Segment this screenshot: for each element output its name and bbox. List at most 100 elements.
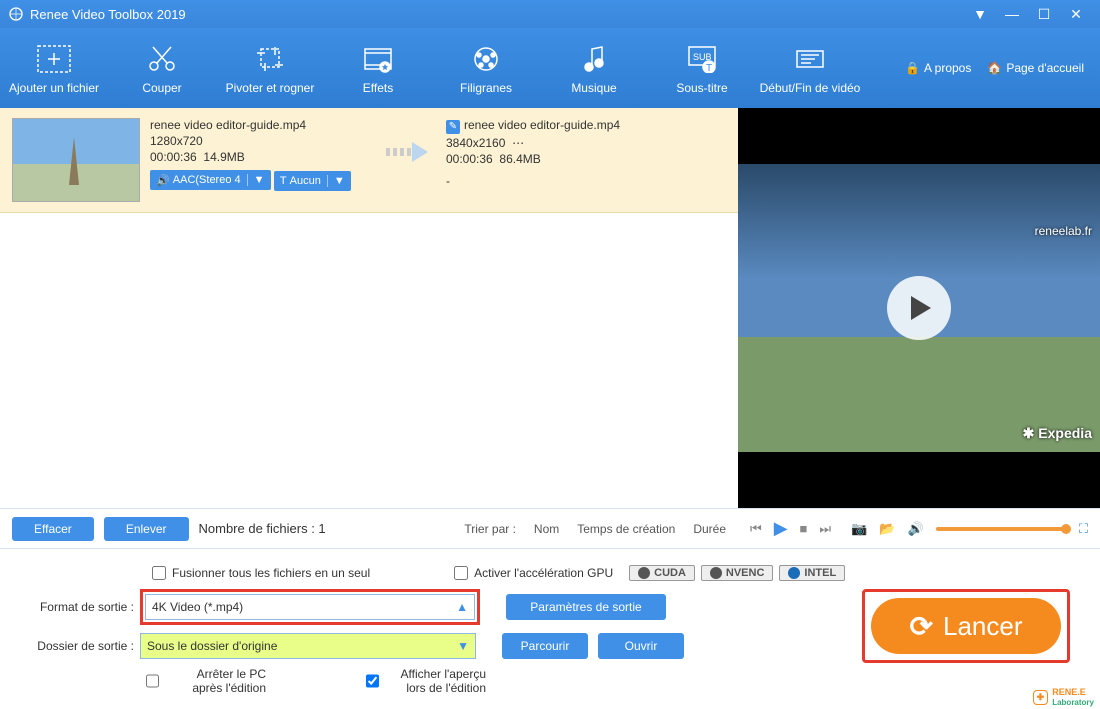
output-folder-value: Sous le dossier d'origine bbox=[147, 639, 277, 653]
destination-resolution: 3840x2160 ⋯ bbox=[446, 136, 686, 150]
snapshot-button[interactable]: 📷 bbox=[851, 521, 867, 537]
gpu-checkbox[interactable]: Activer l'accélération GPU bbox=[454, 566, 613, 580]
app-logo-icon bbox=[8, 6, 24, 22]
window-maximize-button[interactable]: ☐ bbox=[1028, 6, 1060, 23]
fullscreen-button[interactable]: ⛶ bbox=[1079, 521, 1088, 537]
merge-checkbox[interactable]: Fusionner tous les fichiers en un seul bbox=[152, 566, 370, 580]
browse-button[interactable]: Parcourir bbox=[502, 633, 588, 659]
source-resolution: 1280x720 bbox=[150, 134, 370, 148]
preview-watermark-url: reneelab.fr bbox=[1035, 224, 1092, 238]
window-title: Renee Video Toolbox 2019 bbox=[30, 7, 186, 22]
speaker-icon: 🔊 bbox=[156, 174, 170, 187]
launch-button[interactable]: ⟳ Lancer bbox=[871, 598, 1061, 654]
refresh-icon: ⟳ bbox=[910, 610, 933, 643]
preview-watermark-brand: ✱ Expedia bbox=[1023, 425, 1092, 442]
output-settings: Fusionner tous les fichiers en un seul A… bbox=[0, 548, 1100, 709]
toolbar-cut[interactable]: Couper bbox=[108, 41, 216, 95]
toolbar-music-label: Musique bbox=[540, 81, 648, 95]
home-icon: 🏠 bbox=[987, 61, 1002, 75]
source-duration-size: 00:00:36 14.9MB bbox=[150, 150, 370, 164]
toolbar-intro-outro[interactable]: Début/Fin de vidéo bbox=[756, 41, 864, 95]
output-format-highlight: 4K Video (*.mp4) ▲ bbox=[140, 589, 480, 625]
lock-icon: 🔒 bbox=[905, 61, 920, 75]
toolbar-watermarks-label: Filigranes bbox=[432, 81, 540, 95]
preview-video[interactable]: reneelab.fr ✱ Expedia bbox=[738, 164, 1100, 452]
effects-icon bbox=[324, 41, 432, 77]
volume-slider[interactable] bbox=[936, 527, 1067, 531]
toolbar-subtitles[interactable]: SUBT Sous-titre bbox=[648, 41, 756, 95]
file-row[interactable]: renee video editor-guide.mp4 1280x720 00… bbox=[0, 108, 738, 213]
prev-button[interactable]: ⏮ bbox=[750, 521, 762, 537]
pencil-icon[interactable]: ✎ bbox=[446, 120, 460, 134]
preview-play-button[interactable] bbox=[887, 276, 951, 340]
main-toolbar: Ajouter un fichier Couper Pivoter et rog… bbox=[0, 28, 1100, 108]
titlebar: Renee Video Toolbox 2019 ▼ — ☐ ✕ bbox=[0, 0, 1100, 28]
play-button[interactable]: ▶ bbox=[774, 518, 788, 539]
sort-controls: Trier par : Nom Temps de création Durée bbox=[464, 522, 726, 536]
toolbar-subtitles-label: Sous-titre bbox=[648, 81, 756, 95]
gpu-badge-cuda: CUDA bbox=[629, 565, 695, 581]
brand-logo: ✚ RENE.ELaboratory bbox=[1033, 687, 1094, 707]
sort-by-name[interactable]: Nom bbox=[534, 522, 559, 536]
output-format-label: Format de sortie : bbox=[14, 600, 134, 614]
open-button[interactable]: Ouvrir bbox=[598, 633, 684, 659]
file-thumbnail[interactable] bbox=[12, 118, 140, 202]
output-folder-combo[interactable]: Sous le dossier d'origine ▼ bbox=[140, 633, 476, 659]
toolbar-music[interactable]: Musique bbox=[540, 41, 648, 95]
output-params-button[interactable]: Paramètres de sortie bbox=[506, 594, 666, 620]
window-minimize-button[interactable]: — bbox=[996, 6, 1028, 22]
about-link[interactable]: 🔒A propos bbox=[905, 61, 971, 75]
crop-icon bbox=[216, 41, 324, 77]
destination-info: ✎renee video editor-guide.mp4 3840x2160 … bbox=[446, 118, 686, 188]
home-link[interactable]: 🏠Page d'accueil bbox=[987, 61, 1084, 75]
toolbar-effects[interactable]: Effets bbox=[324, 41, 432, 95]
toolbar-add-file-label: Ajouter un fichier bbox=[0, 81, 108, 95]
open-folder-button[interactable]: 📂 bbox=[879, 521, 895, 537]
arrow-icon bbox=[380, 118, 436, 169]
audio-track-button[interactable]: 🔊 AAC(Stereo 4▼ bbox=[150, 170, 271, 190]
destination-filename: ✎renee video editor-guide.mp4 bbox=[446, 118, 686, 134]
toolbar-add-file[interactable]: Ajouter un fichier bbox=[0, 41, 108, 95]
sort-by-duration[interactable]: Durée bbox=[693, 522, 726, 536]
subtitle-icon: SUBT bbox=[648, 41, 756, 77]
toolbar-watermarks[interactable]: Filigranes bbox=[432, 41, 540, 95]
toolbar-rotate-crop-label: Pivoter et rogner bbox=[216, 81, 324, 95]
scissors-icon bbox=[108, 41, 216, 77]
clear-button[interactable]: Effacer bbox=[12, 517, 94, 541]
stop-button[interactable]: ■ bbox=[800, 521, 808, 536]
toolbar-effects-label: Effets bbox=[324, 81, 432, 95]
sort-label: Trier par : bbox=[464, 522, 516, 536]
output-format-combo[interactable]: 4K Video (*.mp4) ▲ bbox=[145, 594, 475, 620]
window-dropdown-button[interactable]: ▼ bbox=[964, 6, 996, 22]
preview-controls: ⏮ ▶ ■ ⏭ 📷 📂 🔊 ⛶ bbox=[738, 508, 1100, 548]
source-filename: renee video editor-guide.mp4 bbox=[150, 118, 370, 132]
source-info: renee video editor-guide.mp4 1280x720 00… bbox=[150, 118, 370, 191]
text-icon: T bbox=[280, 175, 287, 187]
file-count-label: Nombre de fichiers : 1 bbox=[199, 521, 326, 536]
subtitle-track-button[interactable]: T Aucun▼ bbox=[274, 171, 351, 191]
gpu-badge-intel: INTEL bbox=[779, 565, 845, 581]
preview-panel: reneelab.fr ✱ Expedia bbox=[738, 108, 1100, 508]
list-toolbar: Effacer Enlever Nombre de fichiers : 1 T… bbox=[0, 508, 738, 548]
gpu-badge-nvenc: NVENC bbox=[701, 565, 774, 581]
file-list: renee video editor-guide.mp4 1280x720 00… bbox=[0, 108, 738, 508]
caret-down-icon: ▼ bbox=[457, 639, 469, 653]
toolbar-intro-outro-label: Début/Fin de vidéo bbox=[756, 81, 864, 95]
intro-outro-icon bbox=[756, 41, 864, 77]
show-preview-checkbox[interactable]: Afficher l'aperçu lors de l'édition bbox=[366, 667, 486, 695]
toolbar-cut-label: Couper bbox=[108, 81, 216, 95]
caret-up-icon: ▲ bbox=[456, 600, 468, 614]
next-button[interactable]: ⏭ bbox=[819, 521, 831, 537]
shutdown-checkbox[interactable]: Arrêter le PC après l'édition bbox=[146, 667, 266, 695]
destination-duration-size: 00:00:36 86.4MB bbox=[446, 152, 686, 166]
music-icon bbox=[540, 41, 648, 77]
destination-dash: - bbox=[446, 174, 686, 188]
volume-icon[interactable]: 🔊 bbox=[907, 521, 923, 537]
toolbar-rotate-crop[interactable]: Pivoter et rogner bbox=[216, 41, 324, 95]
launch-highlight: ⟳ Lancer bbox=[862, 589, 1070, 663]
remove-button[interactable]: Enlever bbox=[104, 517, 189, 541]
output-format-value: 4K Video (*.mp4) bbox=[152, 600, 243, 614]
svg-text:T: T bbox=[706, 63, 712, 73]
sort-by-time[interactable]: Temps de création bbox=[577, 522, 675, 536]
window-close-button[interactable]: ✕ bbox=[1060, 6, 1092, 23]
